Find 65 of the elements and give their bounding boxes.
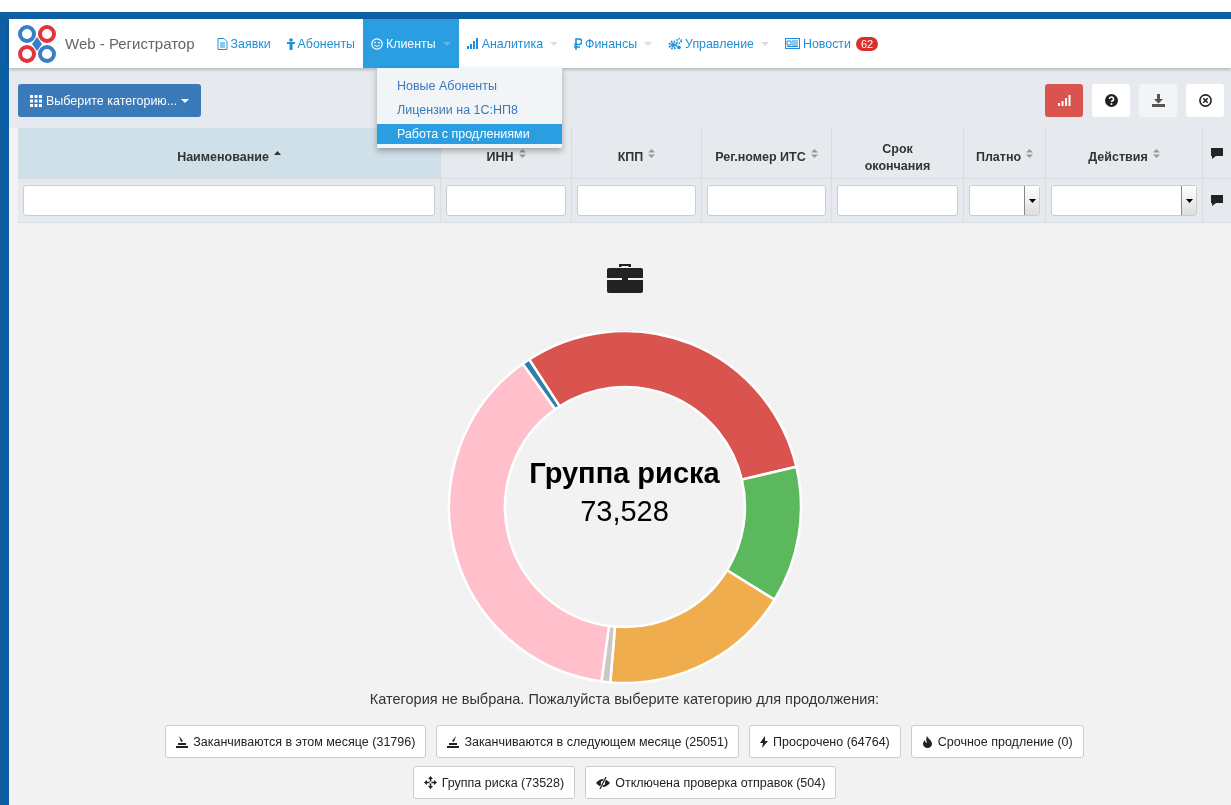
column-header[interactable]: Платно xyxy=(975,139,1022,167)
instruction-text: Категория не выбрана. Пожалуйста выберите категорию для продолжения: xyxy=(369,691,880,707)
logo-icon xyxy=(17,24,57,64)
filter-select[interactable] xyxy=(1051,185,1197,216)
comment-icon xyxy=(1210,146,1224,160)
ruble-icon xyxy=(574,37,583,50)
comment-icon xyxy=(1210,194,1224,207)
nav-tab[interactable]: Финансы xyxy=(566,19,661,68)
menu-item[interactable]: Лицензии на 1С:НП8 xyxy=(377,100,562,120)
nav-tab[interactable]: Аналитика xyxy=(458,19,567,68)
stamp-icon xyxy=(447,735,460,748)
filter-select[interactable] xyxy=(969,185,1040,216)
help-icon xyxy=(1104,94,1118,107)
close-icon xyxy=(1198,94,1212,107)
nav-tab[interactable]: Заявки xyxy=(208,19,279,68)
filter-input[interactable] xyxy=(446,185,566,216)
chart-center-value: 73,528 xyxy=(580,495,669,528)
gears-icon xyxy=(668,37,683,50)
category-button[interactable]: Заканчиваются в этом месяце (31796) xyxy=(165,725,427,758)
eye-slash-icon xyxy=(596,776,611,789)
caret-icon xyxy=(1028,198,1036,203)
category-button[interactable]: Отключена проверка отправок (504) xyxy=(585,766,837,799)
nav-tab[interactable]: Новости 62 xyxy=(776,19,887,68)
close-button[interactable] xyxy=(1186,84,1224,117)
filter-input[interactable] xyxy=(23,185,435,216)
nav-tab[interactable]: Абоненты xyxy=(278,19,363,68)
category-button[interactable]: Просрочено (64764) xyxy=(749,725,901,758)
newspaper-icon xyxy=(784,38,800,49)
category-button[interactable]: Заканчиваются в следующем месяце (25051) xyxy=(436,725,740,758)
filter-input[interactable] xyxy=(707,185,826,216)
filter-input[interactable] xyxy=(837,185,958,216)
category-dropdown-button[interactable]: Выберите категорию... xyxy=(18,84,202,117)
nav-tab[interactable]: Управление xyxy=(660,19,777,68)
help-button[interactable] xyxy=(1092,84,1130,117)
column-header[interactable]: КПП xyxy=(617,139,644,167)
filter-input[interactable] xyxy=(577,185,696,216)
lightning-icon xyxy=(760,735,769,748)
smiley-icon xyxy=(371,37,383,50)
column-header[interactable]: Срок окончания xyxy=(852,130,943,176)
caret-icon xyxy=(550,41,559,46)
app-title: Web - Регистратор xyxy=(65,35,195,52)
caret-icon xyxy=(1185,198,1193,203)
chart-center-title: Группа риска xyxy=(529,457,720,490)
caret-icon xyxy=(760,41,769,46)
category-button[interactable]: Срочное продление (0) xyxy=(910,725,1084,758)
document-icon xyxy=(216,37,228,50)
signal-bars-icon xyxy=(1057,95,1071,106)
stamp-icon xyxy=(176,735,189,748)
column-header[interactable]: Действия xyxy=(1088,139,1148,167)
column-header[interactable]: Наименование xyxy=(177,139,269,167)
signal-bars-icon xyxy=(466,38,479,49)
caret-icon xyxy=(181,98,190,103)
chart-button[interactable] xyxy=(1045,84,1083,117)
count-badge: 62 xyxy=(855,36,879,51)
flame-icon xyxy=(921,735,933,748)
briefcase-icon xyxy=(606,263,643,293)
category-button[interactable]: Группа риска (73528) xyxy=(412,766,576,799)
grid-icon xyxy=(30,94,42,107)
column-header[interactable]: Рег.номер ИТС xyxy=(715,139,806,167)
caret-icon xyxy=(644,41,653,46)
download-icon xyxy=(1151,94,1165,107)
person-icon xyxy=(286,37,295,50)
caret-icon xyxy=(442,41,451,46)
menu-item[interactable]: Новые Абоненты xyxy=(377,76,562,96)
move-arrows-icon xyxy=(423,776,437,789)
